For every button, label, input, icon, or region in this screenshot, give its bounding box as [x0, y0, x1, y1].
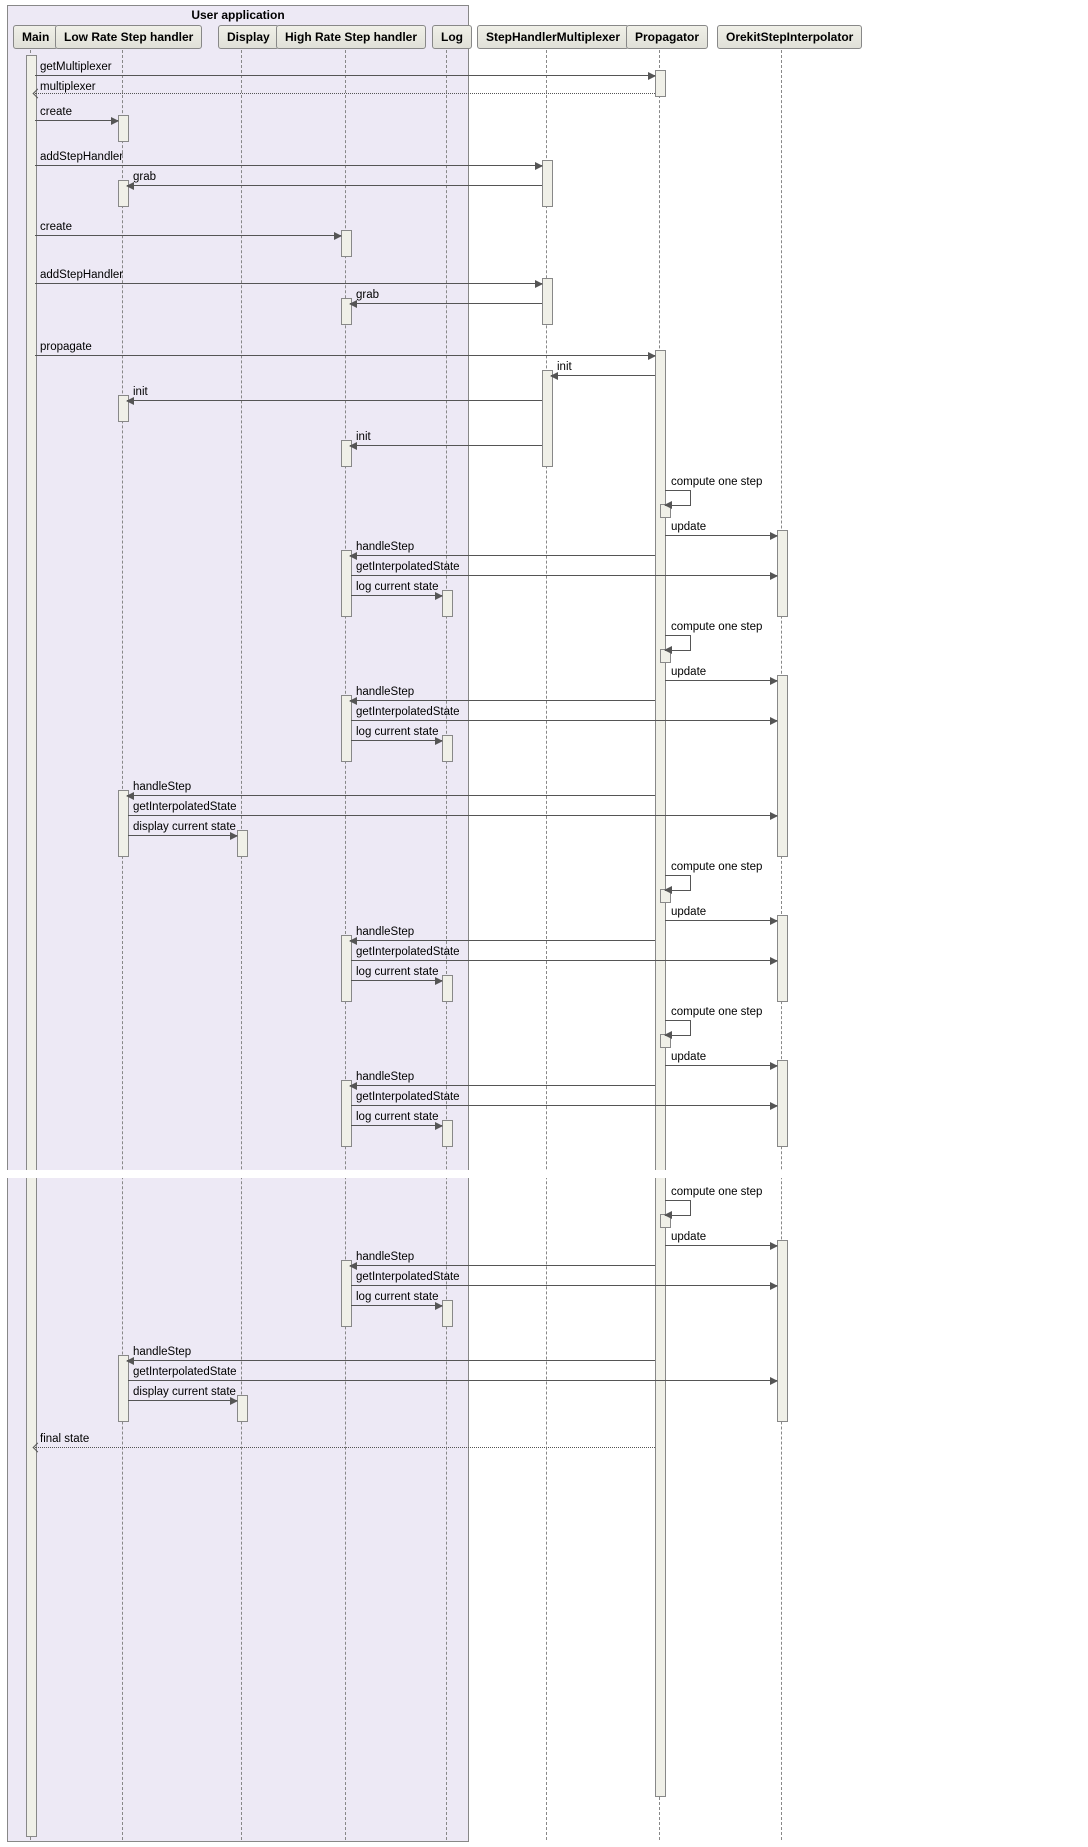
time-break: [5, 1170, 1083, 1178]
msg-add-step-low: addStepHandler: [40, 151, 123, 163]
activation-log-1: [442, 590, 453, 617]
msg-grab-low: grab: [133, 171, 156, 183]
msg-getinterp-2: getInterpolatedState: [356, 706, 460, 718]
activation-low-hsn: [118, 1355, 129, 1422]
activation-high-hs2: [341, 695, 352, 762]
msg-compute-3: compute one step: [671, 861, 762, 873]
activation-mux-init: [542, 370, 553, 467]
msg-init-low: init: [133, 386, 148, 398]
participant-propagator: Propagator: [626, 25, 708, 49]
activation-log-n: [442, 1300, 453, 1327]
msg-create-high: create: [40, 221, 72, 233]
activation-interp-2: [777, 675, 788, 857]
msg-handle-4: handleStep: [356, 1071, 414, 1083]
activation-display-n: [237, 1395, 248, 1422]
msg-compute-2: compute one step: [671, 621, 762, 633]
activation-high-hs1: [341, 550, 352, 617]
msg-init-high: init: [356, 431, 371, 443]
participant-low-rate: Low Rate Step handler: [55, 25, 202, 49]
msg-update-n: update: [671, 1231, 706, 1243]
activation-high-hs4: [341, 1080, 352, 1147]
msg-handle-3: handleStep: [356, 926, 414, 938]
msg-getinterp-n: getInterpolatedState: [356, 1271, 460, 1283]
frame-title: User application: [8, 6, 468, 24]
participant-interpolator: OrekitStepInterpolator: [717, 25, 862, 49]
msg-compute-1: compute one step: [671, 476, 762, 488]
msg-compute-4: compute one step: [671, 1006, 762, 1018]
msg-handle-low-2: handleStep: [133, 781, 191, 793]
msg-get-multiplexer: getMultiplexer: [40, 61, 112, 73]
msg-final-state: final state: [40, 1433, 89, 1445]
msg-display-n: display current state: [133, 1386, 236, 1398]
msg-create-low: create: [40, 106, 72, 118]
msg-log-n: log current state: [356, 1291, 438, 1303]
msg-handle-low-n: handleStep: [133, 1346, 191, 1358]
activation-log-4: [442, 1120, 453, 1147]
msg-log-3: log current state: [356, 966, 438, 978]
participant-main: Main: [13, 25, 58, 49]
activation-mux-add-low: [542, 160, 553, 207]
activation-low-create: [118, 115, 129, 142]
msg-update-1: update: [671, 521, 706, 533]
activation-log-2: [442, 735, 453, 762]
msg-getinterp-3: getInterpolatedState: [356, 946, 460, 958]
activation-low-hs2: [118, 790, 129, 857]
activation-main: [26, 55, 37, 1837]
activation-display-2: [237, 830, 248, 857]
msg-grab-high: grab: [356, 289, 379, 301]
activation-high-create: [341, 230, 352, 257]
sequence-diagram: User application Main Low Rate Step hand…: [5, 5, 1083, 1842]
participant-high-rate: High Rate Step handler: [276, 25, 426, 49]
activation-prop-getmux: [655, 70, 666, 97]
participant-display: Display: [218, 25, 279, 49]
msg-update-4: update: [671, 1051, 706, 1063]
participant-log: Log: [432, 25, 472, 49]
msg-log-2: log current state: [356, 726, 438, 738]
msg-init-mux: init: [557, 361, 572, 373]
activation-mux-add-high: [542, 278, 553, 325]
activation-prop-propagate: [655, 350, 666, 1797]
activation-log-3: [442, 975, 453, 1002]
msg-log-4: log current state: [356, 1111, 438, 1123]
msg-getinterp-4: getInterpolatedState: [356, 1091, 460, 1103]
msg-update-2: update: [671, 666, 706, 678]
msg-handle-2: handleStep: [356, 686, 414, 698]
activation-interp-4: [777, 1060, 788, 1147]
msg-getinterp-1: getInterpolatedState: [356, 561, 460, 573]
msg-propagate: propagate: [40, 341, 92, 353]
msg-handle-n: handleStep: [356, 1251, 414, 1263]
activation-interp-n: [777, 1240, 788, 1422]
msg-compute-n: compute one step: [671, 1186, 762, 1198]
msg-getinterp-low-n: getInterpolatedState: [133, 1366, 237, 1378]
activation-high-hsn: [341, 1260, 352, 1327]
activation-high-hs3: [341, 935, 352, 1002]
activation-interp-3: [777, 915, 788, 1002]
msg-update-3: update: [671, 906, 706, 918]
msg-multiplexer-return: multiplexer: [40, 81, 96, 93]
msg-log-1: log current state: [356, 581, 438, 593]
msg-display-2: display current state: [133, 821, 236, 833]
msg-getinterp-low-2: getInterpolatedState: [133, 801, 237, 813]
msg-handle-1: handleStep: [356, 541, 414, 553]
msg-add-step-high: addStepHandler: [40, 269, 123, 281]
participant-multiplexer: StepHandlerMultiplexer: [477, 25, 629, 49]
activation-interp-1: [777, 530, 788, 617]
